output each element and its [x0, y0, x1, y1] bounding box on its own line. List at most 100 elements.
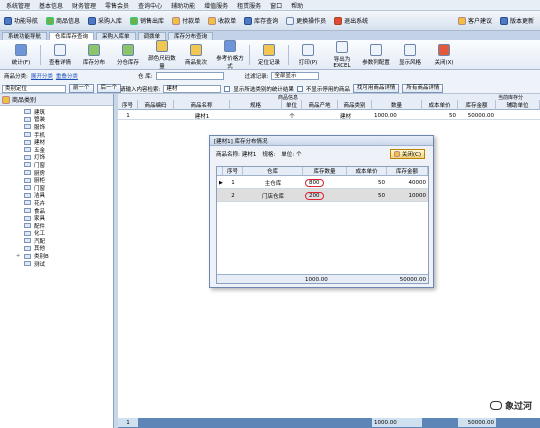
locate-button[interactable]: 定位记录 [254, 43, 284, 66]
tab-stock-query[interactable]: 仓库库存查询 [49, 32, 95, 40]
dcol-header-qty[interactable]: 库存数量 [303, 167, 347, 176]
warehouse-select[interactable] [155, 72, 224, 80]
all-details-button[interactable]: 所有商品详情 [402, 84, 444, 93]
stats-button[interactable]: 统计(F) [6, 43, 36, 66]
print-button[interactable]: 打印(P) [293, 43, 323, 66]
tree-item[interactable]: 厨柜 [6, 176, 113, 184]
menu-help[interactable]: 帮助 [291, 1, 303, 10]
menu-assist[interactable]: 辅助功能 [171, 1, 195, 10]
tree-item[interactable]: 家具 [6, 214, 113, 222]
warehouse-stock-button[interactable]: 分仓库存 [113, 43, 143, 66]
tree-item[interactable]: 其他 [6, 245, 113, 252]
payment-button[interactable]: 付款单 [172, 16, 200, 25]
col-header-origin[interactable]: 商品产地 [302, 100, 338, 110]
color-size-button[interactable]: 颜色尺码数量 [147, 39, 177, 70]
stats-checkbox[interactable] [224, 85, 231, 92]
tree-root[interactable]: 商品类别 [0, 94, 113, 106]
main-toolbar: 功能导航 商品信息 采购入库 销售出库 付款单 收款单 库存查询 更换操作员 退… [0, 11, 540, 31]
purchase-in-button[interactable]: 采购入库 [88, 16, 122, 25]
nav-button[interactable]: 功能导航 [4, 16, 38, 25]
col-header-unit[interactable]: 单位 [282, 100, 302, 110]
tree-item[interactable]: 管装 [6, 116, 113, 123]
menu-finance[interactable]: 财务管理 [72, 1, 96, 10]
feedback-button[interactable]: 客户建议 [457, 16, 492, 25]
menu-value-added[interactable]: 增值服务 [204, 1, 228, 10]
find-available-button[interactable]: 找可用商品详情 [352, 84, 400, 93]
tree-item[interactable]: 门窗 [6, 184, 113, 192]
menu-lease[interactable]: 租赁服务 [237, 1, 261, 10]
tree-item[interactable]: 厨房 [6, 169, 113, 177]
tree-item[interactable]: 配件 [6, 222, 113, 230]
display-style-button[interactable]: 显示风格 [395, 43, 425, 66]
tree-item[interactable]: 服饰 [6, 123, 113, 131]
update-button[interactable]: 版本更新 [499, 16, 534, 25]
stock-query-button[interactable]: 库存查询 [244, 16, 278, 25]
tree-item[interactable]: 花卉 [6, 199, 113, 207]
table-row[interactable]: ▶ 1 主仓库 800 50 40000 [217, 176, 428, 189]
dcol-header-cost[interactable]: 成本单价 [347, 167, 387, 176]
tree-item[interactable]: 化工 [6, 230, 113, 237]
col-header-code[interactable]: 商品编码 [138, 100, 174, 110]
tree-item[interactable]: 测试 [6, 260, 113, 268]
collapse-category-link[interactable]: 重叠分类 [56, 72, 78, 80]
tree-item[interactable]: 汽配 [6, 237, 113, 245]
switch-operator-button[interactable]: 更换操作员 [286, 16, 326, 25]
tree-item[interactable]: 门窗 [6, 161, 113, 169]
footer-count: 1 [118, 418, 138, 427]
tree-locate-input[interactable]: 类别定位 [2, 84, 66, 93]
menu-system[interactable]: 系统管理 [6, 1, 30, 10]
col-header-qty[interactable]: 数量 [372, 100, 422, 110]
col-header-spec[interactable]: 规格 [230, 100, 282, 110]
printer-icon [302, 43, 314, 56]
menu-retail-member[interactable]: 零售会员 [105, 1, 129, 10]
menu-window[interactable]: 窗口 [270, 1, 282, 10]
col-header-category[interactable]: 商品类别 [338, 100, 372, 110]
dialog-close-button[interactable]: 关闭(C) [389, 149, 425, 159]
col-header-index[interactable]: 序号 [118, 100, 138, 110]
column-config-button[interactable]: 参数列配置 [361, 43, 391, 66]
receipt-button[interactable]: 收款单 [208, 16, 236, 25]
prev-button[interactable]: 前一个 [69, 84, 94, 93]
exit-button[interactable]: 退出系统 [334, 16, 368, 25]
table-row[interactable]: 2 门店仓库 200 50 10000 [217, 189, 428, 202]
export-excel-button[interactable]: 导出为EXCEL [327, 40, 357, 69]
dcol-header-warehouse[interactable]: 仓库 [243, 167, 303, 176]
next-button[interactable]: 后一个 [96, 84, 122, 93]
price-mode-button[interactable]: 参考价格方式 [215, 39, 245, 70]
table-row[interactable]: 1 建材1 个 建材 1000.00 50 50000.00 [118, 111, 540, 120]
batch-icon [190, 43, 202, 56]
category-icon [24, 238, 31, 244]
tree-item[interactable]: 五金 [6, 146, 113, 154]
search-input[interactable]: 建材 [163, 84, 222, 93]
tab-purchase[interactable]: 采购入库单 [96, 32, 136, 40]
menu-query-center[interactable]: 查询中心 [138, 1, 162, 10]
col-header-cost[interactable]: 成本单价 [422, 100, 458, 110]
dcol-header-index[interactable]: 序号 [223, 167, 243, 176]
close-button[interactable]: 关闭(X) [429, 43, 459, 66]
distribution-button[interactable]: 库存分布 [79, 43, 109, 66]
expand-category-link[interactable]: 展开分类 [31, 72, 53, 80]
menu-basic-info[interactable]: 基本信息 [39, 1, 63, 10]
tree-item[interactable]: 手机 [6, 131, 113, 139]
tree-item[interactable]: + 类别B [6, 252, 113, 260]
product-info-label: 商品信息 [56, 18, 81, 25]
col-header-name[interactable]: 商品名称 [174, 100, 230, 110]
expand-icon[interactable]: + [16, 253, 21, 259]
tree-item[interactable]: 食品 [6, 207, 113, 215]
batch-button[interactable]: 商品批次 [181, 43, 211, 66]
details-button[interactable]: 查看详情 [45, 43, 75, 66]
tab-nav[interactable]: 系统功能导航 [2, 32, 48, 40]
tree-item[interactable]: 建筑 [6, 108, 113, 116]
hide-disabled-checkbox[interactable] [296, 85, 303, 92]
col-header-amount[interactable]: 库存金额 [458, 100, 496, 110]
sales-out-button[interactable]: 销售出库 [130, 16, 164, 25]
col-header-aux-unit[interactable]: 辅助单位 [496, 100, 540, 110]
cell-qty: 1000.00 [374, 112, 397, 119]
update-icon [499, 16, 508, 25]
filter-records-select[interactable]: 全部显示 [271, 72, 320, 80]
tree-item[interactable]: 灯饰 [6, 154, 113, 161]
dcol-header-amount[interactable]: 库存金额 [387, 167, 428, 176]
product-info-button[interactable]: 商品信息 [46, 16, 80, 25]
tree-item[interactable]: 洁具 [6, 192, 113, 199]
tree-item[interactable]: 建材 [6, 138, 113, 146]
